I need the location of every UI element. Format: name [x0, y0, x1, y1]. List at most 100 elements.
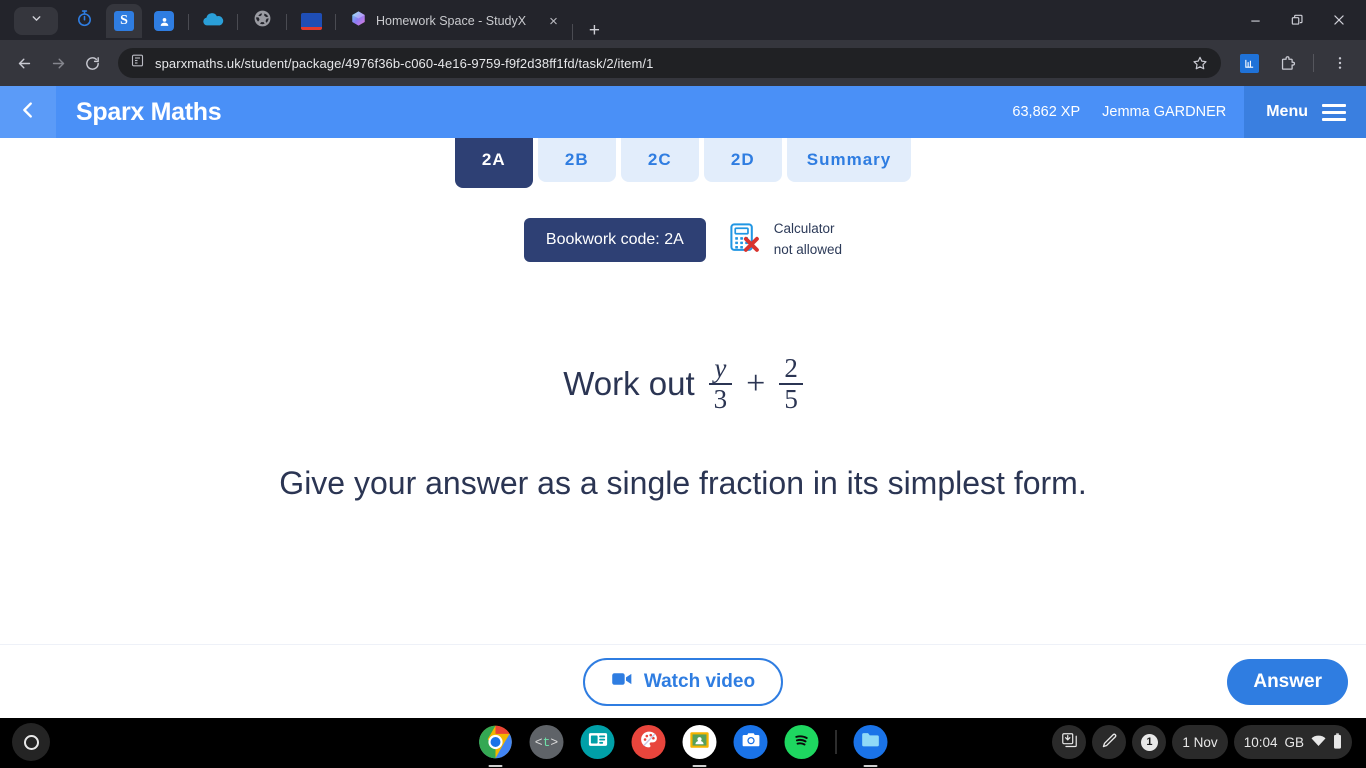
stylus-pen-icon [1101, 732, 1118, 752]
screen-capture-icon [1061, 732, 1078, 752]
pinned-tab-separator-2 [237, 14, 238, 30]
answer-button[interactable]: Answer [1227, 658, 1348, 705]
menu-button[interactable]: Menu [1244, 86, 1366, 138]
calculator-notice: Calculator not allowed [728, 219, 842, 261]
tab-new-separator [571, 24, 573, 40]
launcher-button[interactable] [12, 723, 50, 761]
classroom-app[interactable] [682, 725, 717, 767]
toolbar-separator [1313, 54, 1314, 72]
three-dot-menu-icon[interactable] [1325, 48, 1355, 78]
question-expression: Work out y 3 + 2 5 [0, 353, 1366, 414]
window-controls [1234, 0, 1360, 40]
stopwatch-icon [75, 9, 94, 33]
classroom-icon [689, 729, 711, 756]
calculator-not-allowed-icon [728, 221, 762, 260]
extension-blue-icon[interactable] [1234, 48, 1264, 78]
bookwork-code-badge: Bookwork code: 2A [523, 218, 706, 262]
shelf-app-list: <t> [479, 718, 888, 767]
tab-2b[interactable]: 2B [537, 138, 616, 182]
site-info-icon[interactable] [130, 53, 145, 73]
tab-2a[interactable]: 2A [454, 138, 533, 188]
date-button[interactable]: 1 Nov [1172, 725, 1228, 759]
calculator-line-2: not allowed [773, 242, 843, 257]
browser-window: S Homework Space - StudyX × + sparxmaths… [0, 0, 1366, 768]
stylus-button[interactable] [1092, 725, 1127, 759]
system-shelf: <t> 1 1 Nov 10:04 GB [0, 718, 1366, 767]
user-name: Jemma GARDNER [1102, 104, 1227, 120]
active-browser-tab[interactable]: Homework Space - StudyX × [340, 4, 564, 38]
fraction-two: 2 5 [779, 353, 803, 414]
files-app[interactable] [853, 725, 888, 767]
tab-strip: S Homework Space - StudyX × + [0, 0, 1366, 40]
watch-video-button[interactable]: Watch video [582, 657, 784, 706]
screen-capture-button[interactable] [1052, 725, 1087, 759]
running-indicator [488, 764, 503, 767]
battery-icon [1333, 732, 1342, 752]
back-button[interactable] [8, 47, 40, 79]
stopwatch-pinned-tab[interactable] [64, 4, 104, 38]
menu-button-label: Menu [1266, 103, 1308, 120]
studyx-cube-icon [350, 10, 367, 32]
question-instruction: Give your answer as a single fraction in… [279, 465, 1087, 502]
hamburger-icon [1322, 103, 1346, 121]
address-bar[interactable]: sparxmaths.uk/student/package/4976f36b-c… [118, 48, 1221, 78]
tab-summary[interactable]: Summary [786, 138, 912, 182]
running-indicator [863, 764, 878, 767]
close-icon[interactable]: × [549, 14, 558, 29]
pinned-tab-separator-3 [286, 14, 287, 30]
restore-button[interactable] [1276, 4, 1318, 36]
page-title: Sparx Maths [76, 97, 222, 126]
document-pinned-tab[interactable] [291, 4, 331, 38]
forward-button[interactable] [42, 47, 74, 79]
sparx-back-button[interactable] [0, 86, 56, 138]
chevron-down-icon [30, 12, 43, 30]
camera-app[interactable] [733, 725, 768, 759]
sparx-s-icon: S [114, 11, 134, 31]
folder-icon [861, 731, 881, 753]
puzzle-extensions-icon[interactable] [1272, 48, 1302, 78]
contact-card-icon [154, 11, 174, 31]
news-card-icon [588, 732, 607, 752]
question-tabs: 2A 2B 2C 2D Summary [0, 138, 1366, 188]
paint-app[interactable] [631, 725, 666, 759]
calculator-line-1: Calculator [773, 221, 835, 237]
reload-button[interactable] [76, 47, 108, 79]
chrome-app[interactable] [479, 725, 513, 767]
wifi-icon [1311, 735, 1326, 750]
fraction-one-numerator: y [714, 353, 727, 383]
news-app[interactable] [580, 725, 615, 759]
shelf-separator [835, 730, 837, 754]
status-area[interactable]: 10:04 GB [1233, 725, 1352, 759]
launcher-circle-icon [23, 734, 39, 750]
sparx-pinned-tab[interactable]: S [104, 4, 144, 38]
tab-search-button[interactable] [14, 7, 58, 35]
close-button[interactable] [1318, 4, 1360, 36]
tab-2d[interactable]: 2D [703, 138, 782, 182]
clock-time: 10:04 [1243, 734, 1278, 750]
bookwork-row: Bookwork code: 2A Calculator not allowed [0, 218, 1366, 262]
tab-2c[interactable]: 2C [620, 138, 699, 182]
minimize-button[interactable] [1234, 4, 1276, 36]
spotify-app[interactable] [784, 725, 819, 759]
star-icon[interactable] [1185, 48, 1215, 78]
fraction-one-denominator: 3 [708, 383, 733, 414]
chevron-left-icon [17, 99, 39, 126]
camera-icon [741, 732, 760, 753]
pinned-tab-separator-4 [335, 14, 336, 30]
cloud-icon [202, 11, 224, 32]
browser-toolbar: sparxmaths.uk/student/package/4976f36b-c… [0, 40, 1366, 86]
notification-button[interactable]: 1 [1132, 725, 1167, 759]
palette-icon [638, 729, 659, 755]
locale-label: GB [1284, 734, 1304, 750]
globe-pinned-tab[interactable] [242, 4, 282, 38]
onedrive-pinned-tab[interactable] [193, 4, 233, 38]
address-bar-url: sparxmaths.uk/student/package/4976f36b-c… [155, 55, 654, 71]
t-app[interactable]: <t> [529, 725, 564, 759]
spotify-icon [791, 729, 813, 756]
operator-plus: + [746, 365, 766, 403]
new-tab-button[interactable]: + [581, 21, 608, 40]
question-area: Work out y 3 + 2 5 Give your answer as a… [0, 353, 1366, 505]
contacts-pinned-tab[interactable] [144, 4, 184, 38]
page-content: Sparx Maths 63,862 XP Jemma GARDNER Menu… [0, 86, 1366, 718]
pinned-tab-separator [188, 14, 189, 30]
